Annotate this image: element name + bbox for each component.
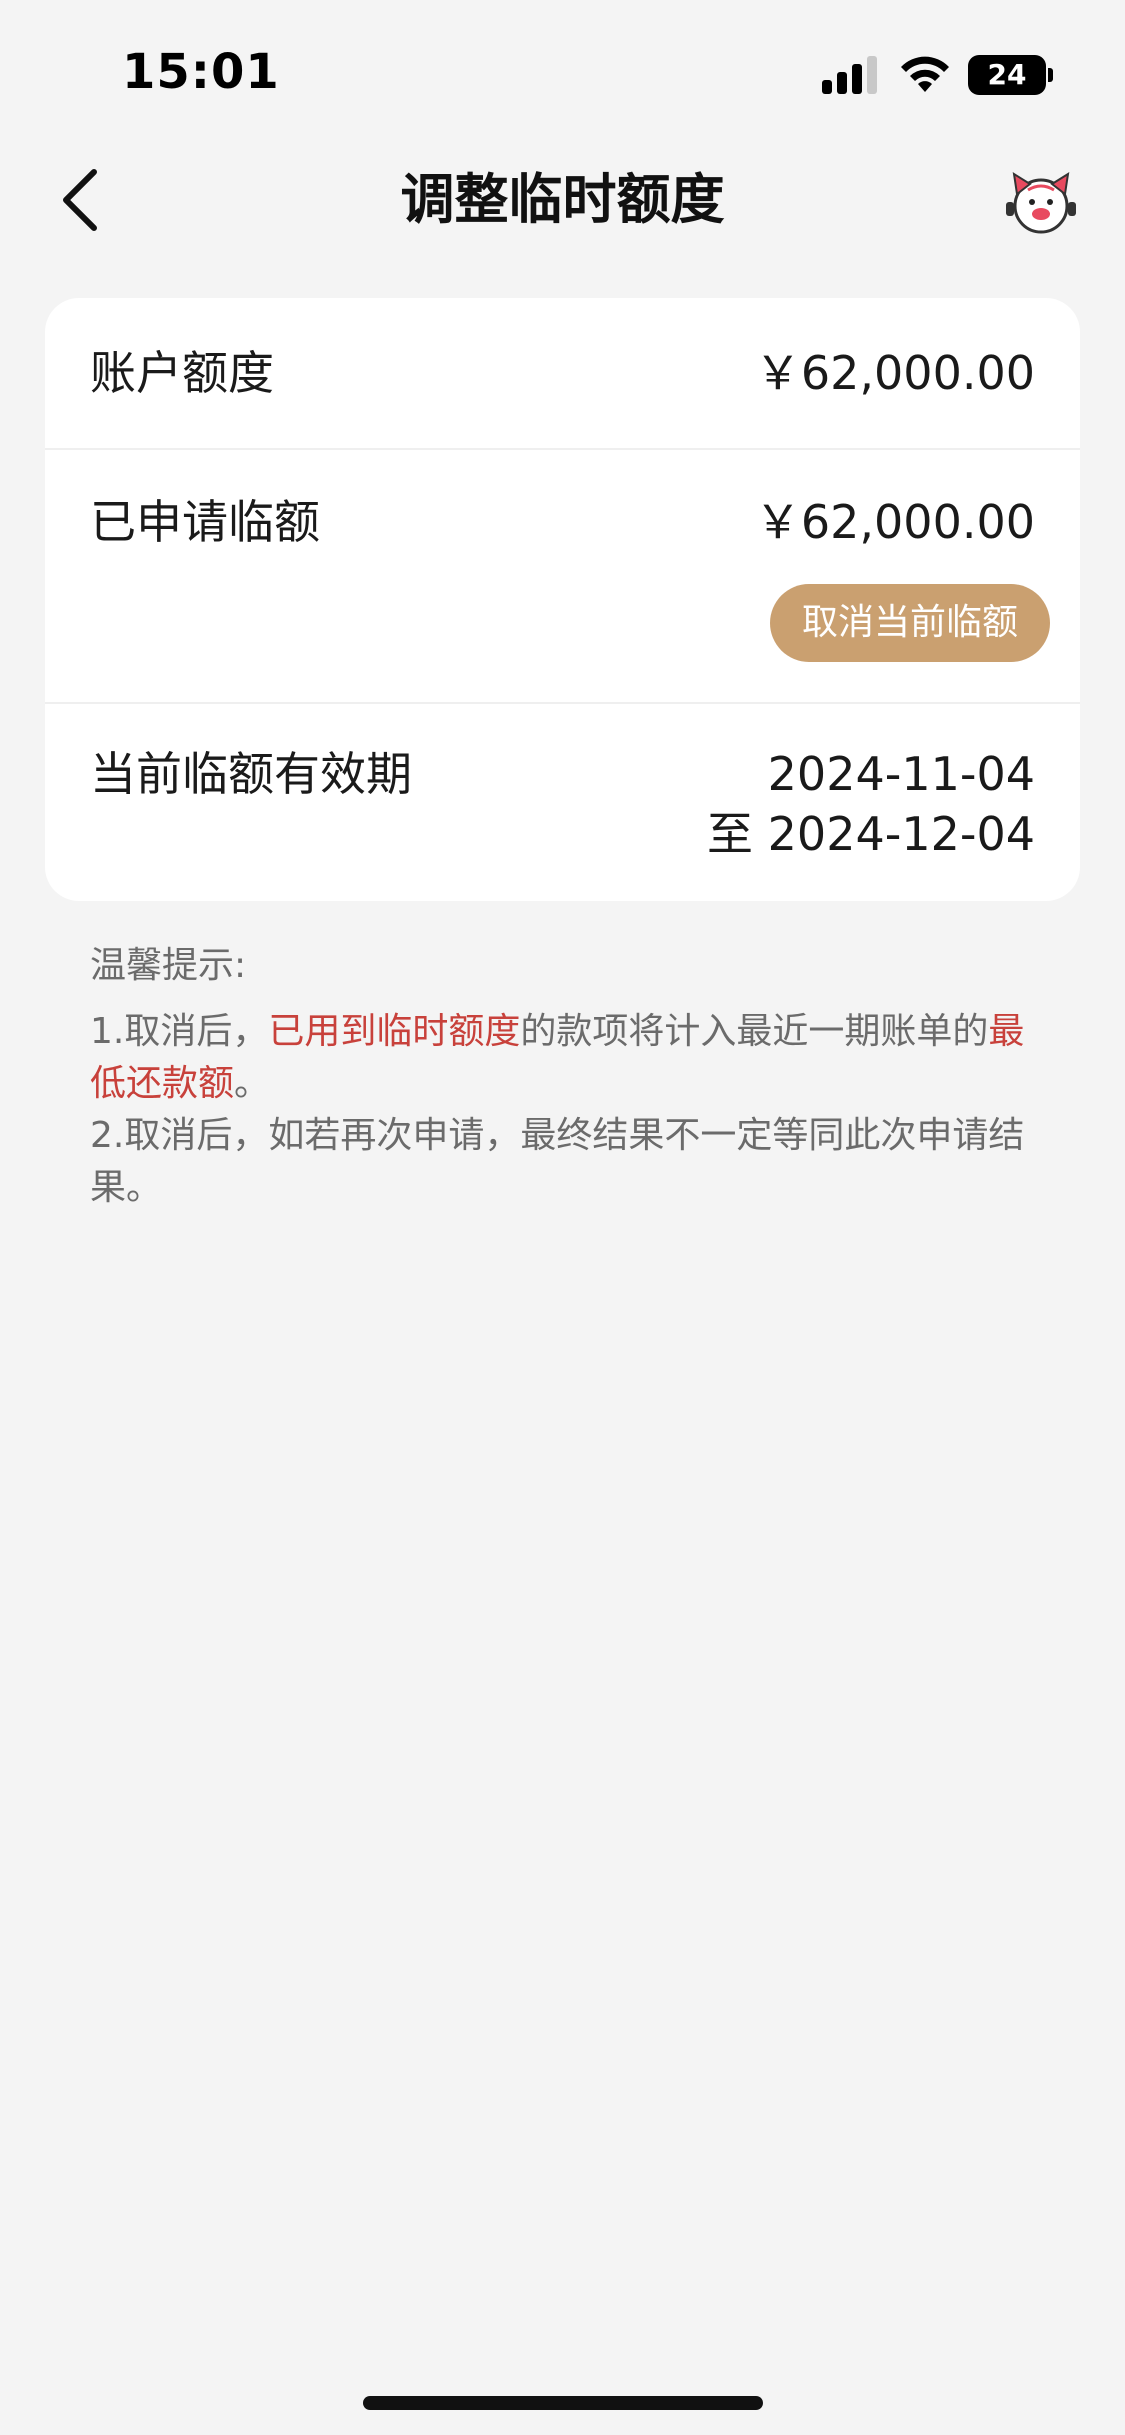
tips-title: 温馨提示: [90, 945, 247, 986]
account-limit-value: ￥62,000.00 [754, 346, 1035, 400]
validity-row: 当前临额有效期 2024-11-04 至 2024-12-04 [45, 704, 1080, 901]
mascot-icon[interactable] [1002, 168, 1080, 238]
status-bar: 15:01 24 [0, 0, 1125, 140]
cancel-temp-limit-button[interactable]: 取消当前临额 [770, 584, 1050, 662]
tip-1-highlight-used-temp-limit: 已用到临时额度 [268, 1011, 521, 1052]
nav-bar: 调整临时额度 [0, 150, 1125, 250]
temp-limit-card: 账户额度 ￥62,000.00 已申请临额 ￥62,000.00 取消当前临额 … [45, 298, 1080, 901]
account-limit-label: 账户额度 [90, 346, 274, 400]
validity-start-date: 2024-11-04 [767, 747, 1035, 801]
cellular-signal-icon [822, 56, 877, 94]
tip-line-1: 1.取消后，已用到临时额度的款项将计入最近一期账单的最低还款额。 [90, 1006, 1050, 1110]
wifi-icon [901, 56, 949, 92]
validity-label: 当前临额有效期 [90, 747, 412, 801]
applied-temp-limit-label: 已申请临额 [90, 495, 320, 549]
tip-1-suffix: 。 [234, 1063, 271, 1104]
page-title: 调整临时额度 [400, 168, 725, 231]
tips-section: 温馨提示: 1.取消后，已用到临时额度的款项将计入最近一期账单的最低还款额。 2… [90, 940, 1050, 1214]
status-time: 15:01 [122, 44, 280, 100]
battery-indicator: 24 [968, 55, 1046, 95]
account-limit-row: 账户额度 ￥62,000.00 [45, 298, 1080, 448]
tip-1-middle: 的款项将计入最近一期账单的 [520, 1011, 989, 1052]
tip-1-prefix: 1.取消后， [90, 1011, 269, 1052]
applied-temp-limit-row: 已申请临额 ￥62,000.00 [45, 450, 1080, 702]
battery-tip [1048, 68, 1053, 82]
home-indicator[interactable] [363, 2396, 763, 2410]
tip-line-2: 2.取消后，如若再次申请，最终结果不一定等同此次申请结果。 [90, 1115, 1025, 1208]
validity-end-date: 至 2024-12-04 [707, 807, 1035, 861]
applied-temp-limit-value: ￥62,000.00 [754, 495, 1035, 549]
